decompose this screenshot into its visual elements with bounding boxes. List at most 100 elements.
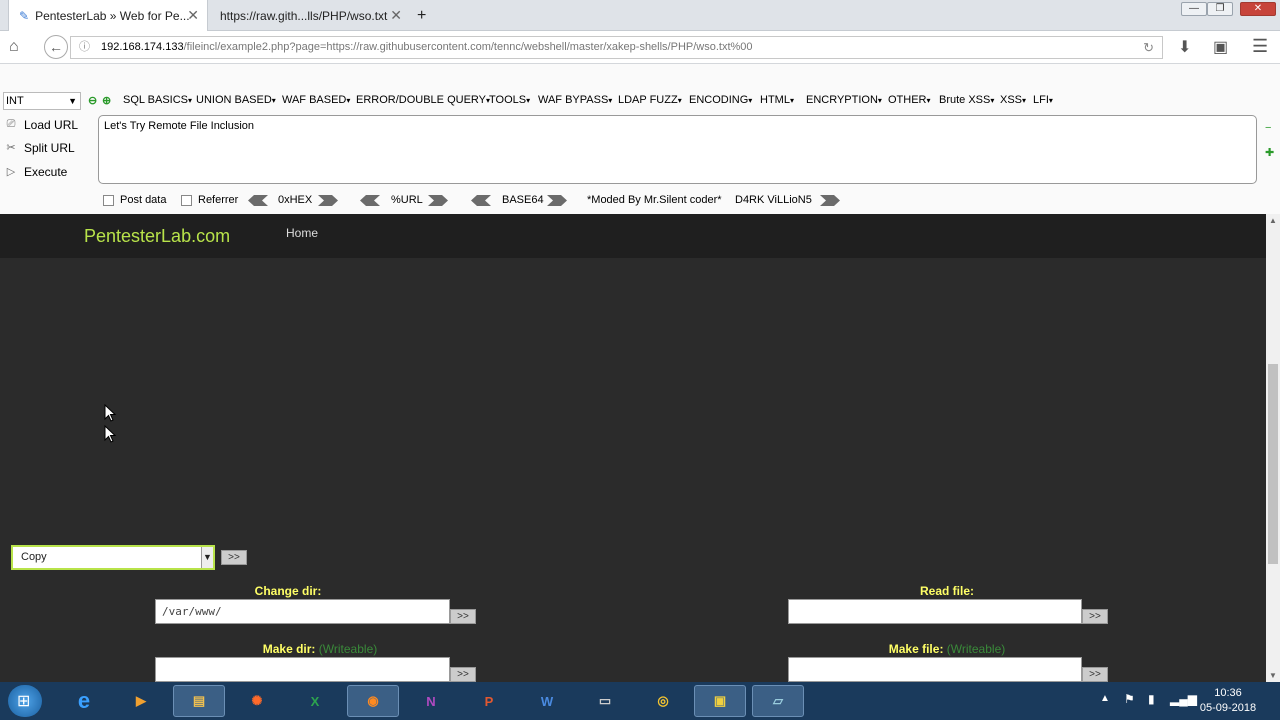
- minimize-button[interactable]: —: [1181, 2, 1207, 16]
- tab-close-icon[interactable]: ✕: [187, 7, 199, 24]
- row-checkbox[interactable]: [12, 320, 23, 331]
- file-actions[interactable]: R T: [1158, 338, 1177, 352]
- minus-icon[interactable]: −: [1265, 122, 1271, 134]
- hex-decode-arrow-icon[interactable]: [248, 195, 268, 206]
- file-actions[interactable]: R T E D: [1158, 505, 1200, 519]
- minus-icon[interactable]: ⊖: [88, 94, 97, 107]
- row-checkbox[interactable]: [12, 258, 23, 269]
- row-checkbox[interactable]: [12, 528, 23, 539]
- table-row[interactable]: [ ldap ] dir 2013-06-17 09:29:29 www-data/w…: [8, 356, 1258, 377]
- taskbar-chrome-icon[interactable]: ◎: [637, 685, 689, 717]
- page-scrollbar[interactable]: ▲ ▼: [1266, 214, 1280, 682]
- file-action-go-button[interactable]: >>: [221, 550, 247, 565]
- file-name-link[interactable]: favicon.ico: [27, 463, 84, 477]
- table-row[interactable]: [ img ] dir 2013-06-17 09:29:29 www-data/ww…: [8, 314, 1258, 335]
- file-actions[interactable]: R T E D: [1158, 484, 1200, 498]
- file-permissions[interactable]: -rw-r--r--: [993, 463, 1038, 477]
- file-actions[interactable]: R T: [1158, 297, 1177, 311]
- row-checkbox[interactable]: [12, 362, 23, 373]
- table-row[interactable]: [ xss ] dir 2013-06-17 09:29:29 www-data/ww…: [8, 439, 1258, 460]
- file-actions[interactable]: R T: [1158, 317, 1177, 331]
- file-permissions[interactable]: -rw-r--r--: [993, 525, 1038, 539]
- taskbar-folder-icon[interactable]: ▣: [694, 685, 746, 717]
- load-url-button[interactable]: ⎚ Load URL: [4, 118, 78, 132]
- file-actions[interactable]: R T: [1158, 276, 1177, 290]
- hex-encode-arrow-icon[interactable]: [318, 195, 338, 206]
- file-actions[interactable]: R T: [1158, 401, 1177, 415]
- scrollbar-thumb[interactable]: [1268, 364, 1278, 564]
- file-actions[interactable]: R T: [1158, 442, 1177, 456]
- close-window-button[interactable]: ✕: [1240, 2, 1276, 16]
- table-row[interactable]: [ xml ] dir 2013-06-17 09:29:29 www-data/ww…: [8, 418, 1258, 439]
- table-row[interactable]: [ upload ] dir 2013-06-17 09:29:29 www-data…: [8, 398, 1258, 419]
- menu-waf-bypass[interactable]: WAF BYPASS▾: [538, 94, 612, 106]
- file-name-link[interactable]: header.php: [27, 505, 87, 519]
- home-icon[interactable]: ⌂: [9, 38, 19, 56]
- taskbar-onenote-icon[interactable]: N: [405, 685, 457, 717]
- plus-icon[interactable]: ✚: [1265, 146, 1274, 159]
- file-permissions[interactable]: drwxr-xr-x: [993, 401, 1046, 415]
- menu-error-double-query[interactable]: ERROR/DOUBLE QUERY▾: [356, 94, 490, 106]
- table-row[interactable]: [ fileincl ] dir 2013-06-17 09:29:29 www-da…: [8, 273, 1258, 294]
- read-file-input[interactable]: [788, 599, 1082, 624]
- file-name-link[interactable]: [ img ]: [27, 317, 63, 331]
- table-row[interactable]: [ sqli ] dir 2013-06-17 09:29:29 www-data/w…: [8, 377, 1258, 398]
- extra-arrow-icon[interactable]: [820, 195, 840, 206]
- table-row[interactable]: header.php 1.33 KB 2013-03-22 07:32:51 www-…: [8, 502, 1258, 523]
- menu-ldap-fuzz[interactable]: LDAP FUZZ▾: [618, 94, 682, 106]
- change-dir-go-button[interactable]: >>: [450, 609, 476, 624]
- table-row[interactable]: [ js ] dir 2013-06-17 09:29:29 www-data/www…: [8, 335, 1258, 356]
- row-checkbox[interactable]: [12, 404, 23, 415]
- row-checkbox[interactable]: [12, 279, 23, 290]
- file-actions[interactable]: R T: [1158, 359, 1177, 373]
- url-bar[interactable]: ⓘ 192.168.174.133/fileincl/example2.php?…: [70, 36, 1163, 59]
- file-permissions[interactable]: -rw-r--r--: [993, 505, 1038, 519]
- row-checkbox[interactable]: [12, 424, 23, 435]
- taskbar-excel-icon[interactable]: X: [289, 685, 341, 717]
- table-row[interactable]: [ files ] dir 2013-06-17 09:29:29 www-data/…: [8, 294, 1258, 315]
- file-name-link[interactable]: [ xml ]: [27, 421, 62, 435]
- file-name-link[interactable]: [ js ]: [27, 338, 52, 352]
- tab-close-icon[interactable]: ✕: [390, 7, 402, 24]
- url-encode-arrow-icon[interactable]: [428, 195, 448, 206]
- menu-other[interactable]: OTHER▾: [888, 94, 931, 106]
- taskbar-powerpoint-icon[interactable]: P: [463, 685, 515, 717]
- scroll-down-icon[interactable]: ▼: [1269, 671, 1277, 680]
- url-decode-arrow-icon[interactable]: [360, 195, 380, 206]
- file-permissions[interactable]: drwxr-xr-x: [993, 442, 1046, 456]
- file-name-link[interactable]: [ xss ]: [27, 442, 62, 456]
- file-actions[interactable]: R T: [1158, 421, 1177, 435]
- file-permissions[interactable]: drwxr-xr-x: [993, 421, 1046, 435]
- make-dir-go-button[interactable]: >>: [450, 667, 476, 682]
- table-row[interactable]: index.php 4.55 KB 2013-03-22 07:32:51 www-d…: [8, 522, 1258, 543]
- taskbar-burp-icon[interactable]: ✺: [231, 685, 283, 717]
- taskbar-explorer-icon[interactable]: ▤: [173, 685, 225, 717]
- library-icon[interactable]: ▣: [1213, 37, 1228, 57]
- make-dir-input[interactable]: [155, 657, 450, 682]
- taskbar-ie-icon[interactable]: e: [58, 685, 110, 717]
- taskbar-notepad-icon[interactable]: ▱: [752, 685, 804, 717]
- file-permissions[interactable]: -rw-r--r--: [993, 484, 1038, 498]
- file-permissions[interactable]: drwxr-xr-x: [993, 359, 1046, 373]
- file-name-link[interactable]: [ fileincl ]: [27, 276, 80, 290]
- file-permissions[interactable]: drwxr-xr-x: [993, 297, 1046, 311]
- home-link[interactable]: Home: [286, 226, 318, 240]
- taskbar-clock[interactable]: 10:36 05-09-2018: [1196, 686, 1260, 716]
- menu-sql-basics[interactable]: SQL BASICS▾: [123, 94, 192, 106]
- download-icon[interactable]: ⬇: [1178, 37, 1191, 57]
- row-checkbox[interactable]: [12, 466, 23, 477]
- file-actions[interactable]: R T E D: [1158, 525, 1200, 539]
- file-name-link[interactable]: index.php: [27, 525, 79, 539]
- file-name-link[interactable]: [ upload ]: [27, 401, 81, 415]
- file-permissions[interactable]: drwxr-xr-x: [993, 317, 1046, 331]
- referrer-checkbox[interactable]: [181, 195, 192, 206]
- row-checkbox[interactable]: [12, 445, 23, 456]
- tray-network-icon[interactable]: ▂▄▆: [1170, 692, 1197, 706]
- file-name-link[interactable]: footer.php: [27, 484, 80, 498]
- plus-icon[interactable]: ⊕: [102, 94, 111, 107]
- split-url-button[interactable]: ✂ Split URL: [4, 141, 74, 155]
- file-action-select[interactable]: Copy ▼: [11, 545, 215, 570]
- row-checkbox[interactable]: [12, 508, 23, 519]
- menu-lfi[interactable]: LFI▾: [1033, 94, 1053, 106]
- tray-battery-icon[interactable]: ▮: [1148, 692, 1155, 706]
